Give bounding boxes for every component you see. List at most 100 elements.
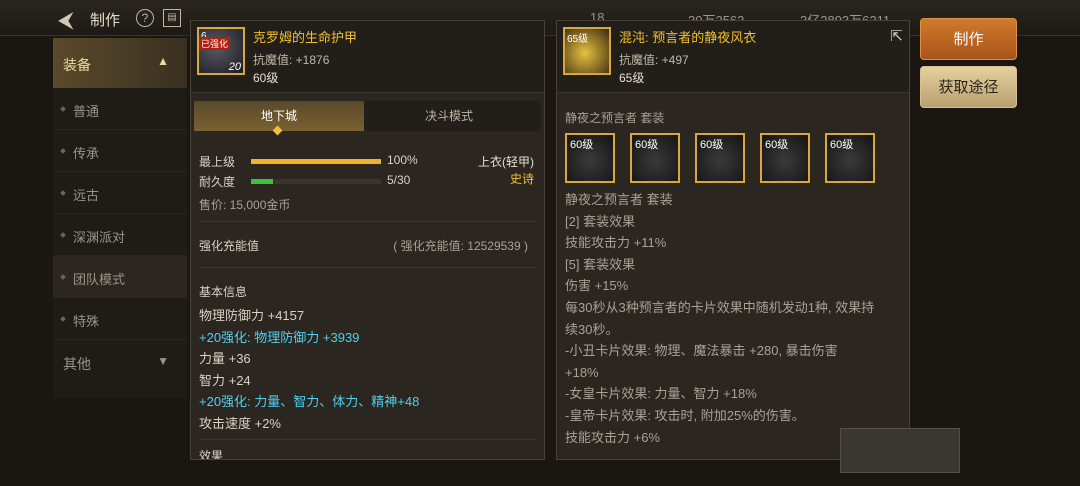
effect-line: [2] 套装效果 — [565, 213, 636, 229]
tab-duel[interactable]: 决斗模式 — [364, 101, 534, 131]
reinforced-tag: 已强化 — [199, 37, 231, 50]
durability-fill — [251, 179, 274, 184]
get-source-button[interactable]: 获取途径 — [920, 66, 1017, 108]
item-tooltip-coat: 65级 混沌: 预言者的静夜风衣 抗魔值: +497 65级 ⇱ 静夜之预言者 … — [556, 20, 910, 460]
slot-level: 60级 — [635, 139, 659, 151]
max-grade-label: 最上级 — [199, 155, 236, 169]
set-slot-3[interactable]: 60级 — [695, 133, 745, 183]
effect-line: 静夜之预言者 套装 — [565, 192, 673, 207]
basic-stats-list: 物理防御力 +4157 +20强化: 物理防御力 +3939 力量 +36 智力 +2… — [199, 305, 419, 434]
set-slot-1[interactable]: 60级 — [565, 133, 615, 183]
durability-bar — [251, 179, 381, 184]
item-level: 65级 — [619, 71, 645, 85]
effect-line: -皇帝卡片效果: 攻击时, 附加25%的伤害。 — [565, 407, 805, 423]
tab-label: 决斗模式 — [424, 109, 473, 123]
stat-line: 物理防御力 +4157 — [199, 308, 305, 323]
effect-line: 伤害 +15% — [565, 278, 629, 294]
sidebar-item-inherit[interactable]: 传承 — [53, 130, 187, 172]
share-icon[interactable]: ⇱ — [890, 27, 903, 45]
armor-icon: 6 已强化 20 — [197, 27, 245, 75]
set-slot-2[interactable]: 60级 — [630, 133, 680, 183]
sidebar-item-raid[interactable]: 团队模式 — [53, 256, 187, 298]
bullet-icon — [60, 148, 66, 154]
divider — [199, 439, 537, 440]
charge-label: 强化充能值 — [199, 239, 260, 253]
sidebar-category-equipment[interactable]: 装备 ▲ — [53, 38, 187, 88]
item-name: 混沌: 预言者的静夜风衣 — [619, 30, 757, 45]
tab-label: 地下城 — [260, 109, 297, 123]
slot-level: 60级 — [700, 139, 724, 151]
effect-line: [5] 套装效果 — [565, 256, 636, 272]
set-slot-5[interactable]: 60级 — [825, 133, 875, 183]
bullet-icon — [60, 106, 66, 112]
bullet-icon — [60, 316, 66, 322]
sidebar-category-other[interactable]: 其他 ▼ — [53, 340, 187, 384]
sidebar-item-normal[interactable]: 普通 — [53, 88, 187, 130]
sidebar-item-label: 远古 — [73, 188, 100, 203]
item-stat: 抗魔值: +1876 — [253, 53, 330, 67]
effect-line: 每30秒从3种预言者的卡片效果中随机发动1种, 效果持 — [565, 299, 875, 315]
background-button — [840, 428, 960, 473]
chevron-up-icon: ▲ — [157, 54, 169, 68]
set-effects-list: 静夜之预言者 套装 [2] 套装效果技能攻击力 +11% [5] 套装效果 伤害 +1… — [565, 189, 874, 448]
sidebar-category-label: 其他 — [63, 356, 91, 372]
coat-icon: 65级 — [563, 27, 611, 75]
rarity: 史诗 — [509, 172, 534, 186]
stat-line: 力量 +36 — [199, 351, 251, 366]
bullet-icon — [60, 274, 66, 280]
effect-line: -小丑卡片效果: 物理、魔法暴击 +280, 暴击伤害 — [565, 343, 838, 359]
slot-type: 上衣(轻甲) — [478, 155, 534, 169]
item-header: 6 已强化 20 克罗姆的生命护甲 抗魔值: +1876 60级 — [191, 21, 544, 93]
enhance-level: 20 — [228, 61, 241, 73]
sidebar-item-special[interactable]: 特殊 — [53, 298, 187, 340]
page-title: 制作 — [90, 12, 121, 29]
sidebar-item-ancient[interactable]: 远古 — [53, 172, 187, 214]
durability-value: 5/30 — [387, 173, 411, 187]
sidebar: 装备 ▲ 普通 传承 远古 深渊派对 团队模式 特殊 其他 ▼ — [53, 38, 187, 398]
make-button[interactable]: 制作 — [920, 18, 1017, 60]
stat-line: +20强化: 力量、智力、体力、精神+48 — [199, 394, 420, 409]
item-level: 60级 — [253, 71, 279, 85]
stat-line: 智力 +24 — [199, 372, 251, 388]
price: 售价: 15,000金币 — [199, 198, 291, 212]
icon-level: 65级 — [567, 34, 589, 45]
charge-value: ( 强化充能值: 12529539 ) — [393, 239, 528, 253]
help-icon[interactable]: ? — [136, 9, 154, 27]
durability-label: 耐久度 — [199, 175, 236, 189]
calendar-icon[interactable]: ▤ — [163, 9, 181, 27]
stat-line: 攻击速度 +2% — [199, 415, 281, 431]
sidebar-item-label: 传承 — [73, 146, 100, 161]
active-indicator — [272, 125, 283, 136]
effect-line: 技能攻击力 +11% — [565, 235, 667, 251]
mode-tabs: 地下城 决斗模式 — [194, 101, 541, 136]
tab-dungeon[interactable]: 地下城 — [194, 101, 364, 136]
effect-line: 续30秒。 — [565, 321, 619, 337]
stat-line: +20强化: 物理防御力 +3939 — [199, 329, 360, 345]
sidebar-item-label: 普通 — [73, 104, 100, 119]
effect-line: +18% — [565, 364, 599, 380]
back-arrow-icon[interactable]: ⮜ — [58, 7, 74, 33]
basic-info-title: 基本信息 — [199, 285, 248, 299]
item-header: 65级 混沌: 预言者的静夜风衣 抗魔值: +497 65级 ⇱ — [557, 21, 909, 93]
bullet-icon — [60, 232, 66, 238]
divider — [199, 221, 537, 222]
effect-title: 效果 — [199, 449, 224, 460]
item-stat: 抗魔值: +497 — [619, 53, 689, 67]
sidebar-category-label: 装备 — [63, 57, 91, 73]
chevron-down-icon: ▼ — [157, 354, 169, 368]
bullet-icon — [60, 190, 66, 196]
slot-level: 60级 — [830, 139, 854, 151]
sidebar-item-abyss[interactable]: 深渊派对 — [53, 214, 187, 256]
set-slot-4[interactable]: 60级 — [760, 133, 810, 183]
max-grade-bar — [251, 159, 381, 164]
item-tooltip-armor: 6 已强化 20 克罗姆的生命护甲 抗魔值: +1876 60级 地下城 决斗模… — [190, 20, 545, 460]
item-name: 克罗姆的生命护甲 — [253, 30, 358, 45]
max-grade-fill — [251, 159, 381, 164]
sidebar-item-label: 团队模式 — [73, 272, 126, 287]
divider — [199, 267, 537, 268]
slot-level: 60级 — [765, 139, 789, 151]
slot-level: 60级 — [570, 139, 594, 151]
sidebar-item-label: 深渊派对 — [73, 230, 126, 245]
max-grade-value: 100% — [387, 153, 418, 167]
sidebar-item-label: 特殊 — [73, 314, 100, 329]
